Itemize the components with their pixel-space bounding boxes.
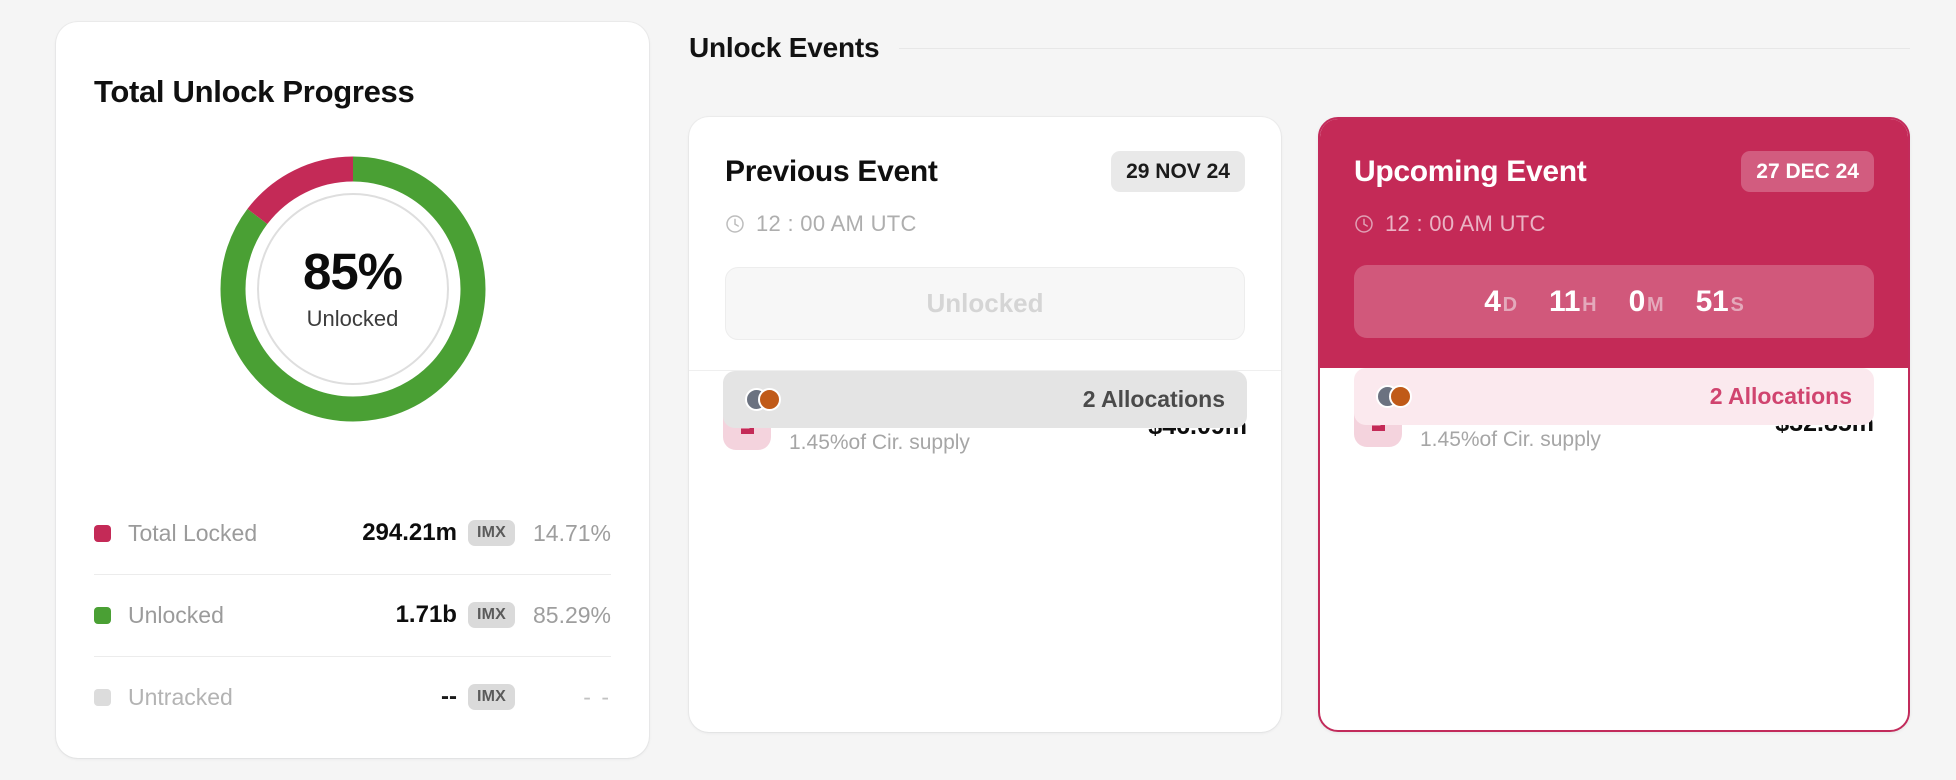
donut-percent-caption: Unlocked (306, 306, 399, 331)
legend-label-total-locked: Total Locked (128, 519, 258, 546)
legend-label-unlocked: Unlocked (128, 601, 224, 628)
allocation-supply-text: 1.45%of Cir. supply (789, 431, 970, 454)
previous-event-date-badge: 29 NOV 24 (1111, 151, 1245, 192)
upcoming-event-time: 12 : 00 AM UTC (1385, 211, 1546, 236)
ticker-chip-total-locked: IMX (467, 520, 515, 546)
previous-event-status-box: Unlocked (725, 267, 1245, 340)
unlock-legend: Total Locked 294.21m IMX 14.71% Unlocked… (92, 492, 613, 738)
status-badge: Unlocked (926, 288, 1044, 318)
previous-event-card[interactable]: Previous Event 29 NOV 24 12 : 00 AM UTC … (689, 117, 1281, 732)
legend-percent-untracked: - - (583, 683, 611, 710)
upcoming-event-time-row: 12 : 00 AM UTC (1354, 211, 1874, 237)
legend-swatch-icon-untracked (94, 688, 111, 706)
event-card-list: Previous Event 29 NOV 24 12 : 00 AM UTC … (689, 117, 1910, 732)
total-unlock-progress-card: Total Unlock Progress 85% Unlocked Total… (56, 22, 649, 758)
countdown-hours: 11 H (1549, 285, 1597, 319)
previous-event-time: 12 : 00 AM UTC (756, 211, 917, 236)
countdown-seconds-unit: S (1730, 293, 1744, 316)
unlock-events-header: Unlock Events (689, 32, 1910, 64)
countdown-timer: 4 D 11 H 0 M 51 S (1354, 265, 1874, 338)
upcoming-event-title-row: Upcoming Event 27 DEC 24 (1354, 151, 1874, 192)
dashboard-root: Total Unlock Progress 85% Unlocked Total… (0, 0, 1956, 780)
legend-row-total-locked[interactable]: Total Locked 294.21m IMX 14.71% (94, 492, 611, 574)
countdown-minutes-value: 0 (1628, 284, 1646, 318)
avatar (1389, 385, 1412, 408)
clock-icon (1355, 215, 1373, 233)
clock-icon (726, 215, 744, 233)
countdown-minutes: 0 M (1629, 285, 1664, 319)
header-divider (899, 47, 1910, 49)
legend-swatch-icon-unlocked (94, 606, 111, 624)
donut-percent-value: 85% (302, 243, 403, 300)
avatar (758, 388, 781, 411)
legend-amount-unlocked: 1.71b (395, 601, 457, 628)
ticker-chip-untracked: IMX (467, 684, 515, 710)
countdown-days-unit: D (1502, 293, 1518, 316)
previous-event-title: Previous Event (725, 154, 938, 188)
unlock-progress-donut-chart: 85% Unlocked (216, 152, 490, 426)
countdown-seconds-value: 51 (1695, 284, 1729, 318)
legend-label-untracked: Untracked (128, 683, 233, 710)
allocations-count-label: 2 Allocations (1709, 383, 1852, 409)
page-title: Total Unlock Progress (94, 74, 415, 109)
upcoming-event-title: Upcoming Event (1354, 154, 1587, 188)
legend-percent-unlocked: 85.29% (532, 601, 611, 628)
legend-row-untracked[interactable]: Untracked -- IMX - - (94, 656, 611, 738)
upcoming-event-card[interactable]: Upcoming Event 27 DEC 24 12 : 00 AM UTC … (1318, 117, 1910, 732)
upcoming-event-date-badge: 27 DEC 24 (1741, 151, 1874, 192)
allocation-avatars (1376, 385, 1412, 408)
countdown-seconds: 51 S (1696, 285, 1744, 319)
unlock-events-section: Unlock Events Previous Event 29 NOV 24 1… (689, 22, 1956, 732)
legend-row-unlocked[interactable]: Unlocked 1.71b IMX 85.29% (94, 574, 611, 656)
upcoming-allocations-footer[interactable]: 2 Allocations (1354, 368, 1874, 425)
countdown-hours-value: 11 (1549, 284, 1581, 318)
previous-event-body: 24.52m IMX 1.45%of Cir. supply $46.09m (689, 371, 1281, 455)
previous-event-time-row: 12 : 00 AM UTC (725, 211, 1245, 237)
upcoming-event-header: Upcoming Event 27 DEC 24 12 : 00 AM UTC … (1320, 119, 1908, 368)
previous-event-header: Previous Event 29 NOV 24 12 : 00 AM UTC … (689, 117, 1281, 370)
legend-amount-total-locked: 294.21m (362, 519, 457, 546)
allocation-supply-text: 1.45%of Cir. supply (1420, 428, 1601, 451)
section-title: Unlock Events (689, 32, 880, 63)
allocation-avatars (745, 388, 781, 411)
countdown-days: 4 D (1484, 285, 1517, 319)
legend-percent-total-locked: 14.71% (532, 519, 611, 546)
donut-center-label: 85% Unlocked (216, 152, 490, 426)
countdown-minutes-unit: M (1647, 293, 1664, 316)
ticker-chip-unlocked: IMX (467, 602, 515, 628)
legend-amount-untracked: -- (440, 683, 457, 710)
previous-allocations-footer[interactable]: 2 Allocations (723, 371, 1247, 428)
upcoming-event-body: 24.52m IMX 1.45%of Cir. supply $32.85m (1320, 368, 1908, 452)
countdown-days-value: 4 (1484, 284, 1501, 318)
previous-event-title-row: Previous Event 29 NOV 24 (725, 151, 1245, 192)
countdown-hours-unit: H (1582, 293, 1597, 316)
legend-swatch-icon-total-locked (94, 524, 111, 542)
allocations-count-label: 2 Allocations (1082, 386, 1225, 412)
